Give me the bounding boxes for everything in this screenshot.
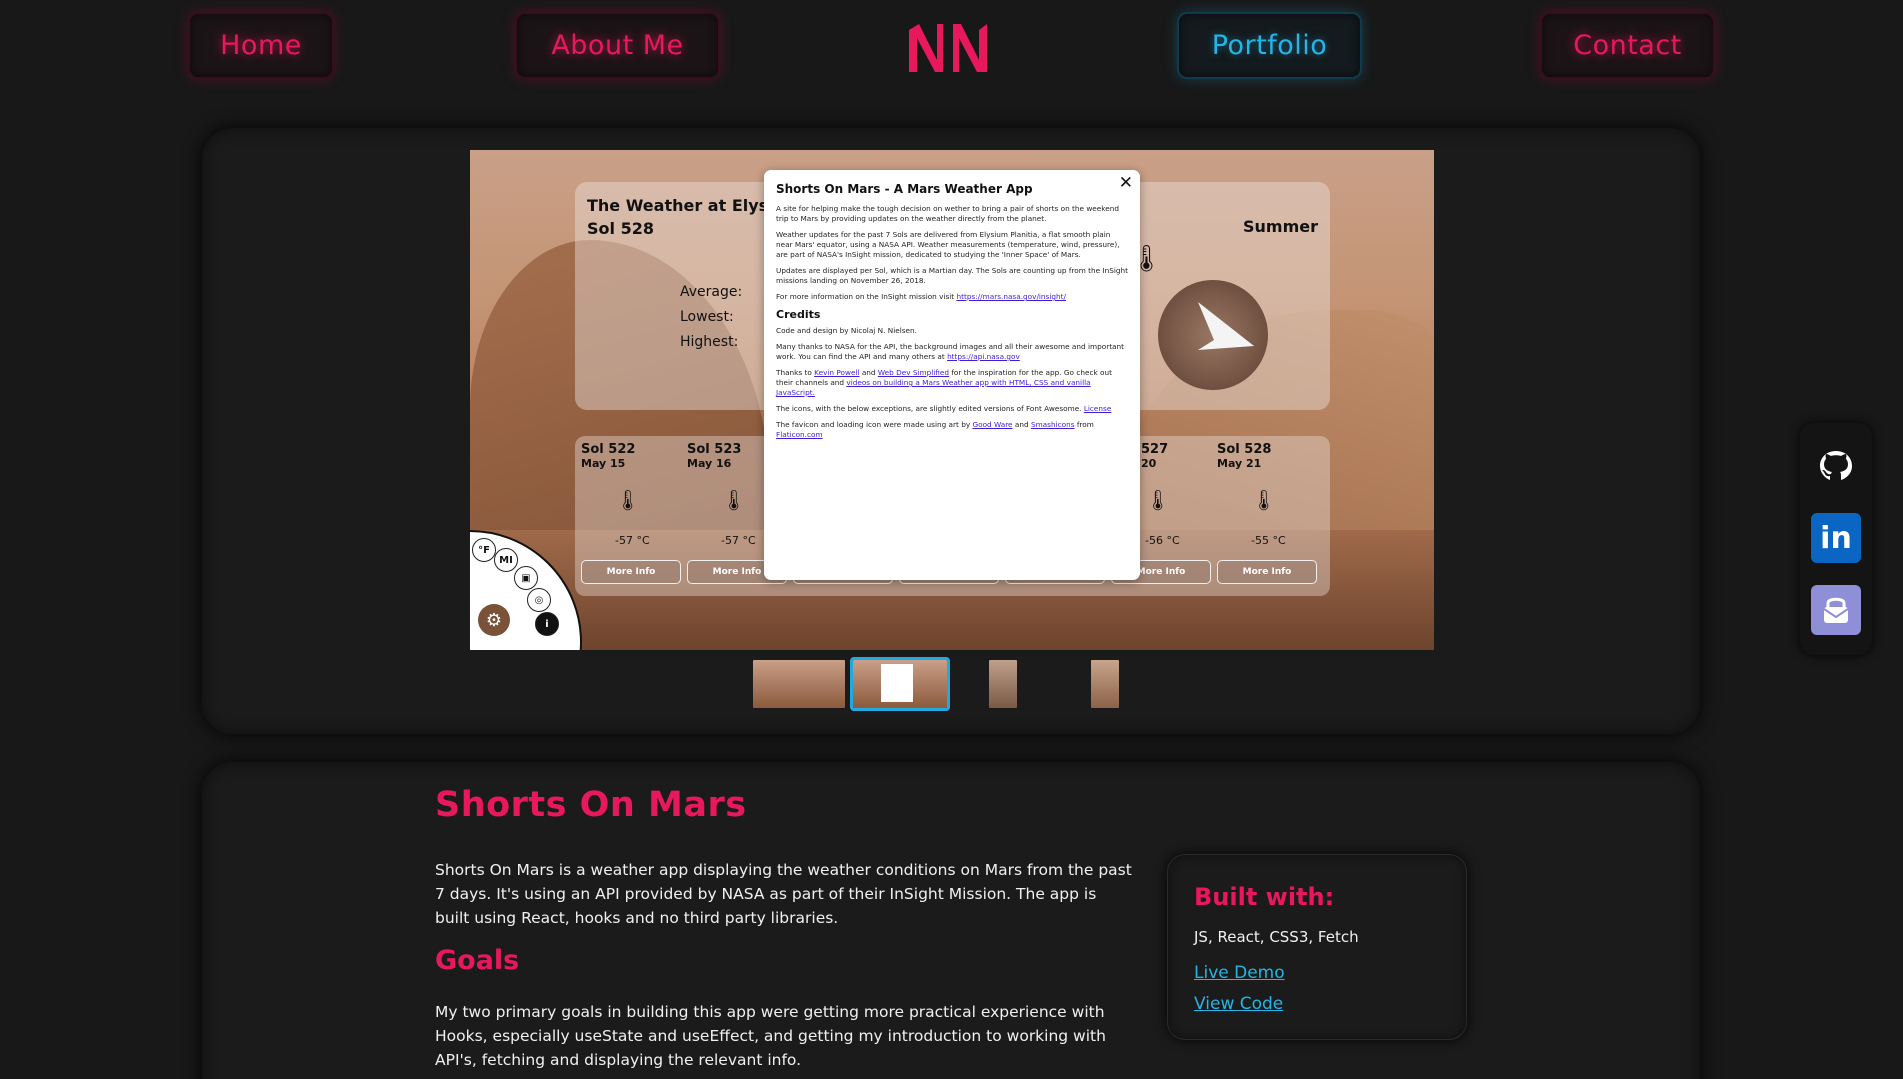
smashicons-link[interactable]: Smashicons: [1031, 420, 1075, 429]
text: and: [859, 368, 878, 377]
linkedin-glyph: in: [1820, 520, 1852, 556]
text: from: [1074, 420, 1094, 429]
more-info-button[interactable]: More Info: [1217, 560, 1317, 584]
modal-text: Updates are displayed per Sol, which is …: [776, 266, 1128, 285]
hide-icon[interactable]: ◎: [527, 588, 551, 612]
modal-text: A site for helping make the tough decisi…: [776, 204, 1119, 223]
thumbnail[interactable]: [1091, 660, 1119, 708]
highest-label: Highest:: [680, 334, 739, 350]
close-icon[interactable]: ✕: [1119, 173, 1133, 193]
sol-temp: -56 °C: [1145, 534, 1180, 547]
fahrenheit-toggle[interactable]: °F: [472, 538, 496, 562]
nasa-api-link[interactable]: https://api.nasa.gov: [947, 352, 1020, 361]
temperature-stats: Average: Lowest: Highest:: [680, 280, 742, 355]
text: The favicon and loading icon were made u…: [776, 420, 973, 429]
modal-text: Thanks to Kevin Powell and Web Dev Simpl…: [776, 368, 1128, 398]
sol-card: Sol 528 May 21 🌡 -55 °C More Info: [1217, 442, 1317, 592]
built-with-card: Built with: JS, React, CSS3, Fetch Live …: [1167, 854, 1467, 1040]
thermometer-icon: 🌡: [721, 488, 747, 512]
modal-text: The favicon and loading icon were made u…: [776, 420, 1128, 440]
modal-text: For more information on the InSight miss…: [776, 292, 1128, 302]
season: Summer: [1243, 217, 1318, 236]
nav-home[interactable]: Home: [188, 12, 334, 79]
protonmail-icon[interactable]: [1811, 585, 1861, 635]
view-code-link[interactable]: View Code: [1194, 994, 1283, 1014]
sol-card: Sol 522 May 15 🌡 -57 °C More Info: [581, 442, 681, 592]
goals-heading: Goals: [435, 945, 520, 976]
credits-heading: Credits: [776, 308, 821, 321]
social-sidebar: in: [1800, 423, 1872, 655]
modal-text: Code and design by Nicolaj N. Nielsen.: [776, 326, 917, 335]
project-screenshot[interactable]: The Weather at Elysium Sol 528 🌡 🌡 Summe…: [470, 150, 1434, 650]
nav-contact[interactable]: Contact: [1540, 12, 1715, 79]
thermometer-icon: 🌡: [615, 488, 641, 512]
image-icon[interactable]: ▣: [514, 566, 538, 590]
github-icon[interactable]: [1811, 443, 1861, 493]
thermometer-icon: 🌡: [1251, 488, 1277, 512]
sol-temp: -57 °C: [615, 534, 650, 547]
flaticon-link[interactable]: Flaticon.com: [776, 430, 823, 439]
thumbnail-modal: [881, 664, 913, 702]
average-label: Average:: [680, 284, 743, 300]
project-description: Shorts On Mars is a weather app displayi…: [435, 861, 1132, 927]
sol-number: Sol 522: [581, 442, 636, 457]
text: Thanks to: [776, 368, 815, 377]
nav-portfolio[interactable]: Portfolio: [1177, 12, 1362, 79]
modal-title: Shorts On Mars - A Mars Weather App: [776, 182, 1033, 196]
goals-text: My two primary goals in building this ap…: [435, 1003, 1106, 1069]
thumbnail[interactable]: [753, 660, 845, 708]
kevin-powell-link[interactable]: Kevin Powell: [814, 368, 859, 377]
sol-temp: -55 °C: [1251, 534, 1286, 547]
lowest-label: Lowest:: [680, 309, 734, 325]
text: and: [1012, 420, 1031, 429]
sol-number: Sol 528: [1217, 442, 1272, 457]
gear-icon[interactable]: ⚙: [478, 604, 510, 636]
project-title: Shorts On Mars: [435, 785, 747, 825]
more-info-button[interactable]: More Info: [581, 560, 681, 584]
miles-toggle[interactable]: MI: [494, 548, 518, 572]
modal-text: The icons, with the below exceptions, ar…: [776, 404, 1128, 414]
web-dev-simplified-link[interactable]: Web Dev Simplified: [878, 368, 949, 377]
modal-text: Many thanks to NASA for the API, the bac…: [776, 342, 1128, 362]
sol-date: May 21: [1217, 457, 1262, 470]
thumbnail-selected[interactable]: [850, 657, 950, 711]
tech-list: JS, React, CSS3, Fetch: [1194, 928, 1359, 946]
live-demo-link[interactable]: Live Demo: [1194, 963, 1285, 983]
thermometer-icon: 🌡: [1145, 488, 1171, 512]
about-modal: ✕ Shorts On Mars - A Mars Weather App A …: [764, 170, 1140, 580]
text: The icons, with the below exceptions, ar…: [776, 404, 1084, 413]
thumbnail[interactable]: [989, 660, 1017, 708]
sol-temp: -57 °C: [721, 534, 756, 547]
wind-compass-icon: [1158, 280, 1268, 390]
license-link[interactable]: License: [1084, 404, 1112, 413]
built-with-heading: Built with:: [1194, 883, 1335, 911]
modal-text: Weather updates for the past 7 Sols are …: [776, 230, 1120, 259]
text: For more information on the InSight miss…: [776, 292, 957, 301]
insight-link[interactable]: https://mars.nasa.gov/insight/: [956, 292, 1065, 301]
nav-about[interactable]: About Me: [515, 12, 720, 79]
info-icon[interactable]: i: [535, 612, 559, 636]
sol-date: May 15: [581, 457, 626, 470]
logo[interactable]: [907, 22, 989, 74]
good-ware-link[interactable]: Good Ware: [972, 420, 1012, 429]
linkedin-icon[interactable]: in: [1811, 513, 1861, 563]
